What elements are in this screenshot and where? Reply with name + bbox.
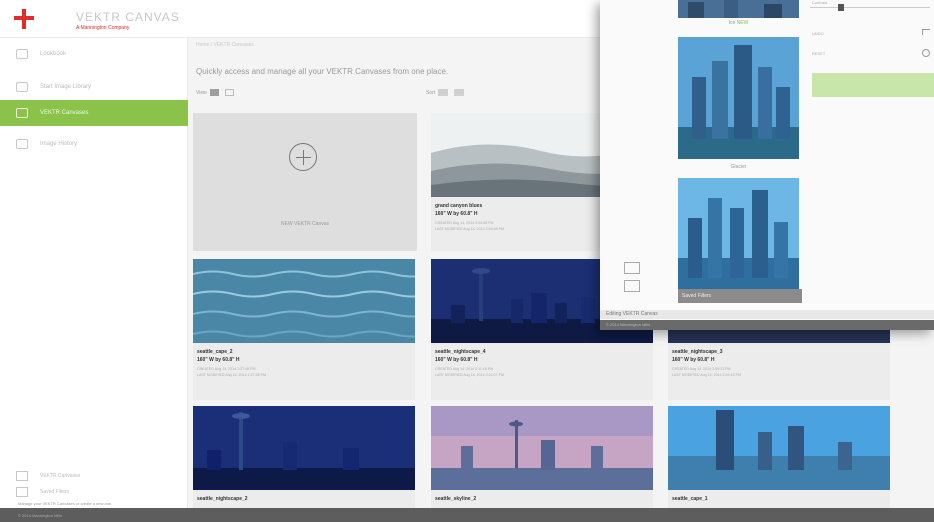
canvas-card[interactable]: seattle_cape_2 160" W by 60.8" H CREATED… <box>193 259 415 400</box>
canvas-created: CREATED Aug 14, 2014 2:04:48 PM <box>435 221 494 225</box>
canvas-modified: LAST MODIFIED Aug 14, 2014 2:09:13 PM <box>672 373 742 377</box>
filter-thumbnail[interactable] <box>678 0 799 18</box>
filter-thumbnail[interactable] <box>678 37 799 159</box>
sort-toggle: Sort <box>426 89 467 96</box>
status-copyright: © 2014 Mannington Mills <box>18 513 63 518</box>
canvas-name: seattle_cape_1 <box>672 496 708 502</box>
brand-cross-icon <box>14 9 34 29</box>
new-badge: NEW <box>736 20 749 26</box>
canvas-dimensions: 160" W by 60.8" H <box>672 357 715 363</box>
sidebar-footer-filters[interactable]: Saved Filters <box>16 487 69 497</box>
canvas-name: seattle_cape_2 <box>197 349 233 355</box>
canvas-thumbnail <box>668 406 890 490</box>
sidebar-item-start-images[interactable]: Start Image Library <box>0 74 188 100</box>
reset-icon[interactable] <box>922 49 930 57</box>
canvas-name: seattle_skyline_2 <box>435 496 477 502</box>
breadcrumb: Home / VEKTR Canvases <box>196 42 254 48</box>
filter-caption: Ice NEW <box>678 20 799 26</box>
undo-label: UNDO <box>812 31 824 36</box>
canvas-dimensions: 160" W by 60.8" H <box>435 357 478 363</box>
status-hint: Manage your VEKTR Canvases or create a n… <box>18 501 112 506</box>
canvas-card[interactable]: seattle_cape_1 <box>668 406 890 508</box>
contrast-label: Contrast <box>812 0 828 5</box>
sidebar: Lookbook Start Image Library VEKTR Canva… <box>0 38 188 508</box>
canvas-modified: LAST MODIFIED Aug 14, 2014 2:04:48 PM <box>435 227 505 231</box>
view-label: View <box>196 89 207 96</box>
sidebar-item-label: Lookbook <box>40 51 67 57</box>
filter-icon <box>16 487 28 497</box>
canvas-modified: LAST MODIFIED Aug 14, 2014 2:21:07 PM <box>435 373 505 377</box>
list-view-button[interactable] <box>224 89 234 96</box>
canvas-name: grand canyon blues <box>435 203 483 209</box>
canvas-thumbnail <box>431 406 653 490</box>
sidebar-item-label: Start Image Library <box>40 84 92 90</box>
history-icon <box>16 139 28 149</box>
canvas-card[interactable]: seattle_skyline_2 <box>431 406 653 508</box>
canvas-dimensions: 160" W by 60.8" H <box>197 357 240 363</box>
sidebar-item-label: VEKTR Canvases <box>40 110 89 116</box>
saved-filters-label[interactable]: Saved Filters <box>678 289 802 303</box>
canvas-modified: LAST MODIFIED Aug 14, 2014 2:27:48 PM <box>197 373 267 377</box>
user-icon <box>16 49 28 59</box>
app-window: VEKTR CANVAS A Mannington Company Lookbo… <box>0 0 934 522</box>
filter-thumbnail[interactable] <box>678 178 799 289</box>
editor-status: Editing VEKTR Canvas <box>600 310 934 319</box>
canvas-icon <box>16 108 28 118</box>
briefcase-icon[interactable] <box>624 262 640 274</box>
page-headline: Quickly access and manage all your VEKTR… <box>196 67 449 76</box>
new-canvas-label: NEW VEKTR Canvas <box>280 221 330 227</box>
reset-label: RESET <box>812 51 826 56</box>
contrast-slider-knob[interactable] <box>838 4 844 11</box>
editor-copyright: © 2014 Mannington Mills <box>600 320 934 330</box>
canvas-thumbnail <box>193 259 415 343</box>
view-toggle: View <box>196 89 237 96</box>
canvas-icon[interactable] <box>624 280 640 292</box>
sidebar-item-label: Image History <box>40 141 78 147</box>
canvas-created: CREATED Aug 14, 2014 2:09:13 PM <box>672 367 731 371</box>
status-bar: Manage your VEKTR Canvases or create a n… <box>0 501 934 522</box>
sidebar-item-lookbook[interactable]: Lookbook <box>0 41 188 67</box>
app-subtitle: A Mannington Company <box>76 25 130 31</box>
sidebar-footer-label: VEKTR Canvases <box>40 473 81 479</box>
app-title: VEKTR CANVAS <box>76 10 180 24</box>
canvas-created: CREATED Aug 14, 2014 2:27:48 PM <box>197 367 256 371</box>
filter-caption: Glacier <box>730 164 747 170</box>
canvas-icon <box>16 471 28 481</box>
sort-label: Sort <box>426 89 436 96</box>
contrast-slider-track[interactable] <box>810 7 930 8</box>
image-icon <box>16 82 28 92</box>
sidebar-item-canvases[interactable]: VEKTR Canvases <box>0 100 188 126</box>
canvas-name: seattle_nightscape_2 <box>197 496 248 502</box>
plus-circle-icon <box>289 143 317 171</box>
canvas-card[interactable]: seattle_nightscape_2 <box>193 406 415 508</box>
canvas-name: seattle_nightscape_4 <box>435 349 486 355</box>
sidebar-footer-canvases[interactable]: VEKTR Canvases <box>16 471 80 481</box>
sort-name-button[interactable] <box>438 89 449 96</box>
filter-label: Ice <box>728 20 736 26</box>
canvas-thumbnail <box>193 406 415 490</box>
apply-button[interactable] <box>812 73 934 97</box>
grid-view-button[interactable] <box>209 89 219 96</box>
new-canvas-card[interactable]: NEW VEKTR Canvas <box>193 113 417 251</box>
canvas-name: seattle_nightscape_3 <box>672 349 723 355</box>
sort-date-button[interactable] <box>454 89 465 96</box>
canvas-dimensions: 160" W by 60.8" H <box>435 211 478 217</box>
canvas-created: CREATED Aug 14, 2014 2:11:18 PM <box>435 367 494 371</box>
sidebar-item-history[interactable]: Image History <box>0 131 188 157</box>
undo-icon[interactable] <box>922 29 930 35</box>
sidebar-footer-label: Saved Filters <box>40 489 70 495</box>
editor-window: Ice NEW Glacier Saved Filters Contrast U… <box>600 0 934 330</box>
